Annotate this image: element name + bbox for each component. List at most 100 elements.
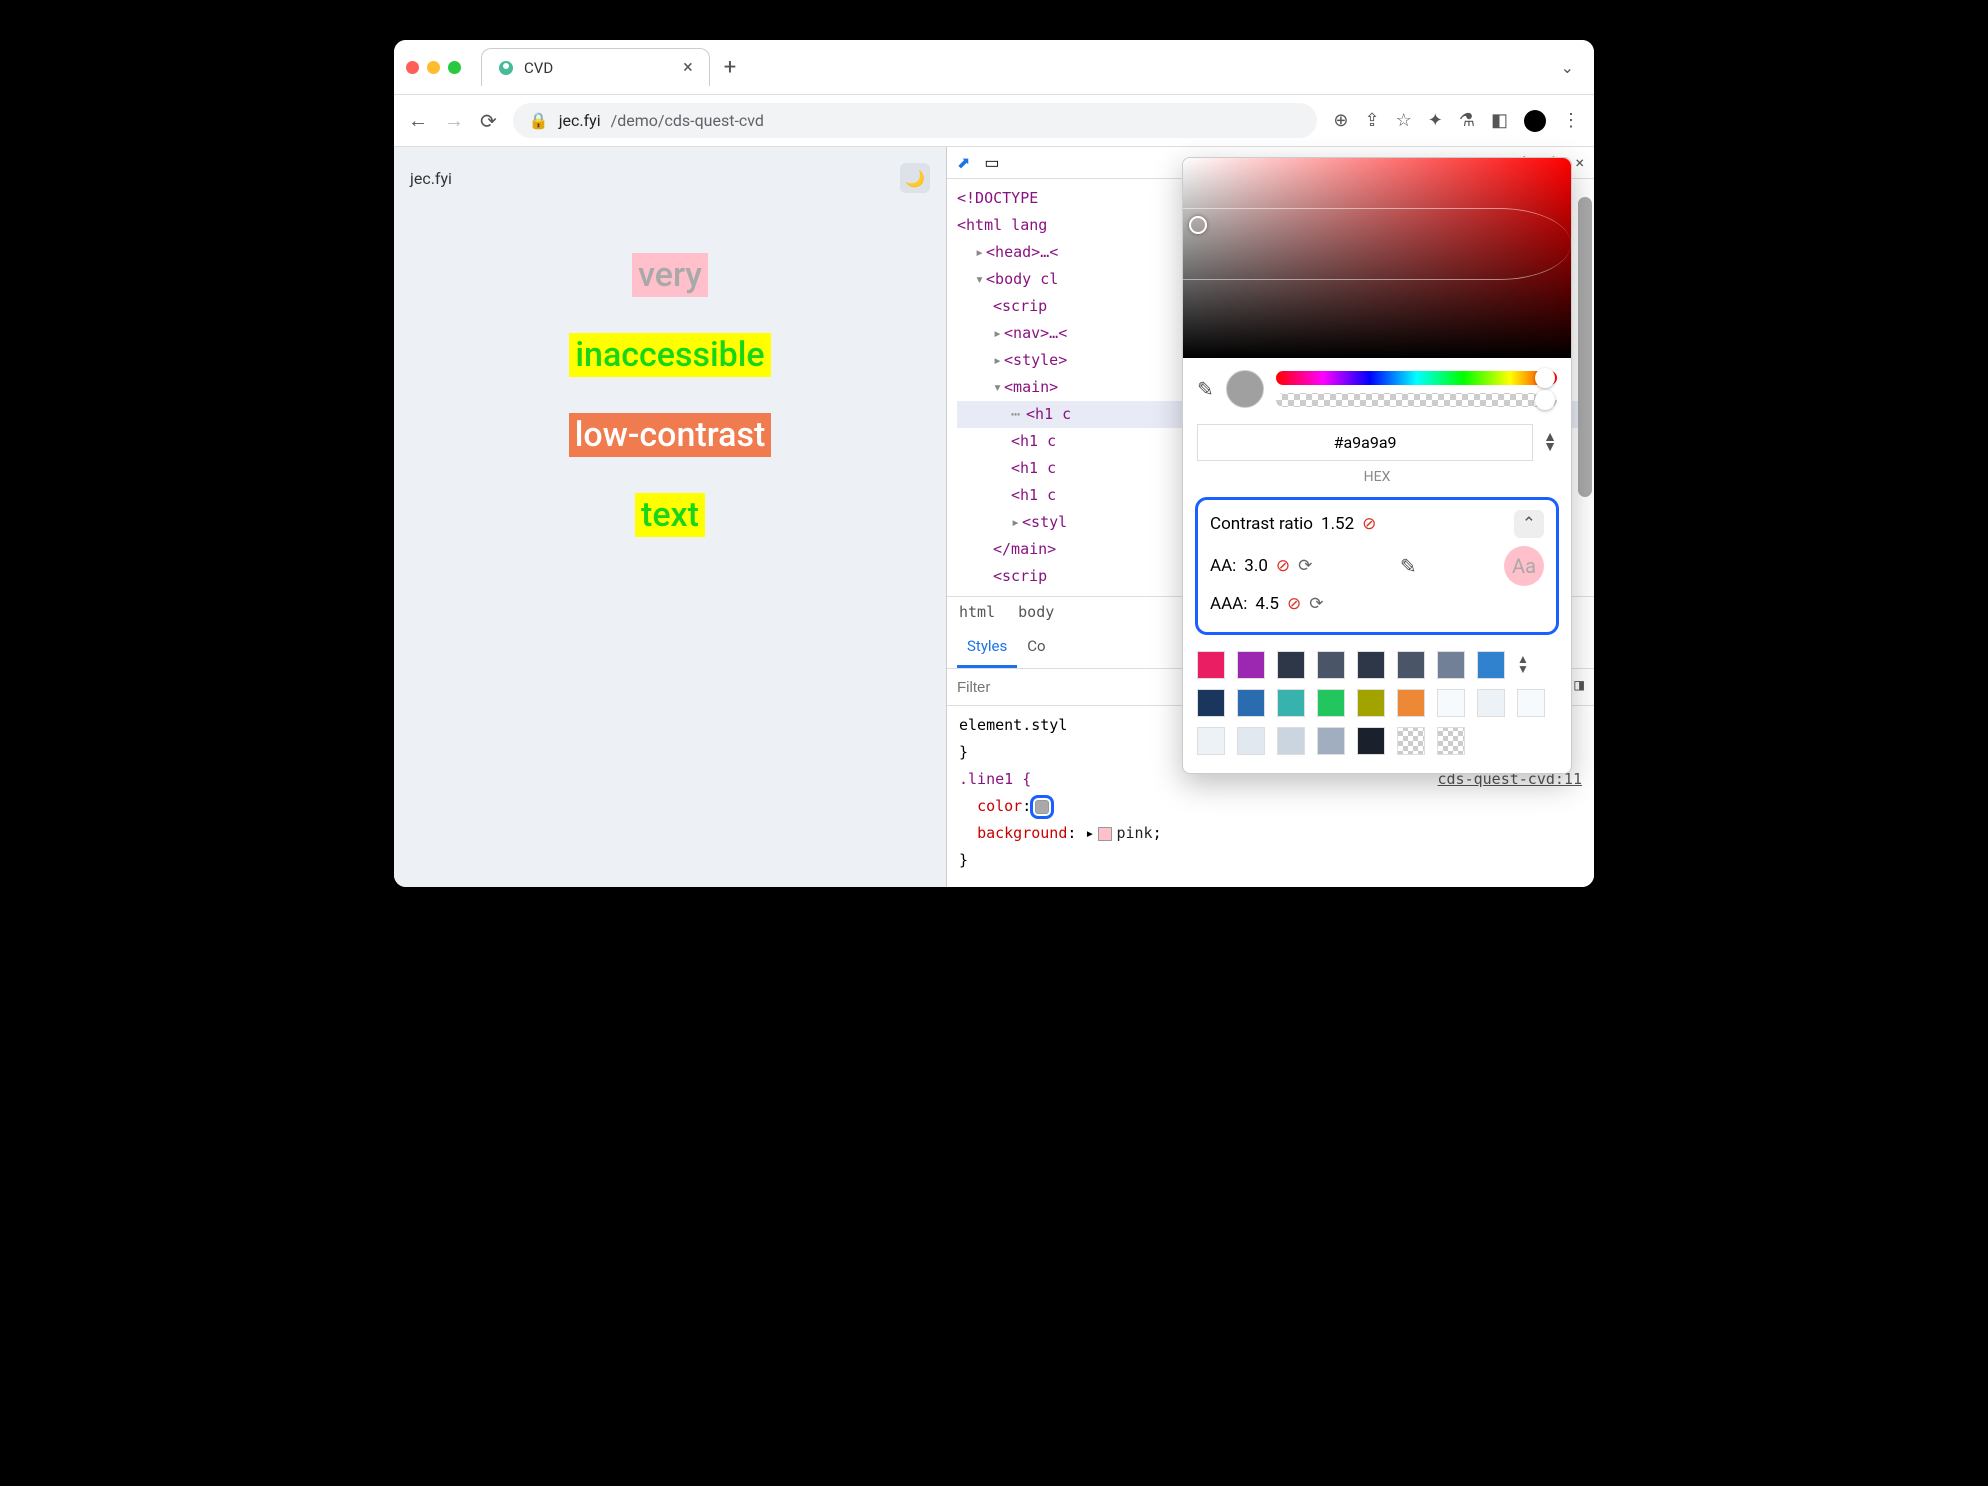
palette-swatch[interactable] xyxy=(1277,651,1305,679)
palette-swatch[interactable] xyxy=(1197,689,1225,717)
bg-swatch[interactable] xyxy=(1098,827,1112,841)
collapse-contrast-icon[interactable]: ⌃ xyxy=(1514,510,1544,538)
fix-aa-icon[interactable]: ⟳ xyxy=(1298,556,1312,576)
palette-swatch[interactable] xyxy=(1437,651,1465,679)
url-host: jec.fyi xyxy=(559,111,601,130)
prop-background[interactable]: background xyxy=(977,824,1067,842)
spectrum-handle[interactable] xyxy=(1189,216,1207,234)
dark-mode-toggle[interactable]: 🌙 xyxy=(900,163,930,193)
sidepanel-icon[interactable]: ◧ xyxy=(1491,110,1508,131)
palette-swatch[interactable] xyxy=(1277,727,1305,755)
profile-avatar[interactable] xyxy=(1524,110,1546,132)
back-button[interactable]: ← xyxy=(408,108,428,133)
fail-icon: ⊘ xyxy=(1287,594,1301,614)
h1-node[interactable]: <h1 c xyxy=(1011,432,1056,450)
h1-node-selected[interactable]: <h1 c xyxy=(1026,405,1071,423)
palette-page-stepper[interactable]: ▲▼ xyxy=(1517,651,1533,679)
close-window[interactable] xyxy=(406,61,419,74)
crumb-body[interactable]: body xyxy=(1018,603,1054,621)
hex-label: HEX xyxy=(1183,465,1571,489)
lock-icon: 🔒 xyxy=(529,111,549,130)
eyedropper-icon[interactable]: ✎ xyxy=(1197,377,1214,401)
reload-button[interactable]: ⟳ xyxy=(480,109,497,133)
palette-swatch[interactable] xyxy=(1397,651,1425,679)
fix-aaa-icon[interactable]: ⟳ xyxy=(1309,594,1323,614)
current-color-preview xyxy=(1226,370,1264,408)
zoom-icon[interactable]: ⊕ xyxy=(1333,110,1348,131)
rendered-page: jec.fyi 🌙 very inaccessible low-contrast… xyxy=(394,147,946,887)
close-devtools-icon[interactable]: × xyxy=(1575,153,1584,172)
palette-swatch[interactable] xyxy=(1437,689,1465,717)
palette-swatch[interactable] xyxy=(1517,689,1545,717)
hue-handle[interactable] xyxy=(1535,368,1555,388)
favicon-icon xyxy=(498,60,514,76)
format-stepper[interactable]: ▲▼ xyxy=(1543,433,1557,453)
browser-window: CVD × + ⌄ ← → ⟳ 🔒 jec.fyi/demo/cds-quest… xyxy=(394,40,1594,887)
palette-swatch[interactable] xyxy=(1477,689,1505,717)
url-field[interactable]: 🔒 jec.fyi/demo/cds-quest-cvd xyxy=(513,103,1318,138)
tabs-dropdown-icon[interactable]: ⌄ xyxy=(1561,58,1574,77)
device-toggle-icon[interactable]: ▭ xyxy=(984,153,999,172)
labs-icon[interactable]: ⚗ xyxy=(1459,110,1475,131)
h1-node[interactable]: <h1 c xyxy=(1011,459,1056,477)
palette-swatch[interactable] xyxy=(1237,727,1265,755)
color-swatch[interactable] xyxy=(1035,800,1049,814)
palette-swatch[interactable] xyxy=(1317,689,1345,717)
scrollbar[interactable] xyxy=(1578,197,1592,497)
close-tab-icon[interactable]: × xyxy=(683,57,693,78)
hex-input[interactable] xyxy=(1197,424,1533,461)
palette-swatch[interactable] xyxy=(1197,651,1225,679)
aaa-label: AAA: xyxy=(1210,594,1247,614)
fail-icon: ⊘ xyxy=(1276,556,1290,576)
sidebar-toggle-icon[interactable]: ◨ xyxy=(1574,675,1584,699)
maximize-window[interactable] xyxy=(448,61,461,74)
extensions-icon[interactable]: ✦ xyxy=(1428,110,1443,131)
head-node[interactable]: <head>…< xyxy=(986,243,1058,261)
tab-computed[interactable]: Co xyxy=(1017,627,1055,668)
alpha-handle[interactable] xyxy=(1535,390,1555,410)
body-node[interactable]: <body cl xyxy=(986,270,1058,288)
new-tab-button[interactable]: + xyxy=(724,55,736,80)
palette-swatch[interactable] xyxy=(1397,727,1425,755)
style-node[interactable]: <style> xyxy=(1004,351,1067,369)
doctype: <!DOCTYPE xyxy=(957,189,1038,207)
share-icon[interactable]: ⇪ xyxy=(1365,110,1380,131)
palette-swatch[interactable] xyxy=(1437,727,1465,755)
main-node[interactable]: <main> xyxy=(1004,378,1058,396)
inspect-icon[interactable]: ⬈ xyxy=(957,153,970,172)
main-close: </main> xyxy=(993,540,1056,558)
h1-node[interactable]: <h1 c xyxy=(1011,486,1056,504)
menu-icon[interactable]: ⋮ xyxy=(1562,110,1580,131)
sample-text-list: very inaccessible low-contrast text xyxy=(410,253,930,537)
script-node[interactable]: <scrip xyxy=(993,567,1047,585)
forward-button[interactable]: → xyxy=(444,108,464,133)
nav-node[interactable]: <nav>…< xyxy=(1004,324,1067,342)
tab-styles[interactable]: Styles xyxy=(957,627,1017,668)
style-node[interactable]: <styl xyxy=(1022,513,1067,531)
browser-tab[interactable]: CVD × xyxy=(481,48,710,86)
palette-swatch[interactable] xyxy=(1357,651,1385,679)
window-controls xyxy=(406,61,461,74)
crumb-html[interactable]: html xyxy=(959,603,995,621)
minimize-window[interactable] xyxy=(427,61,440,74)
color-spectrum[interactable] xyxy=(1183,158,1571,358)
palette-swatch[interactable] xyxy=(1357,689,1385,717)
script-node[interactable]: <scrip xyxy=(993,297,1047,315)
hue-slider[interactable] xyxy=(1276,371,1557,385)
prop-color[interactable]: color xyxy=(977,797,1022,815)
palette-swatch[interactable] xyxy=(1317,651,1345,679)
palette-swatch[interactable] xyxy=(1197,727,1225,755)
contrast-eyedropper-icon[interactable]: ✎ xyxy=(1400,554,1417,578)
palette-swatch[interactable] xyxy=(1317,727,1345,755)
palette-swatch[interactable] xyxy=(1397,689,1425,717)
palette-swatch[interactable] xyxy=(1237,689,1265,717)
alpha-slider[interactable] xyxy=(1276,393,1557,407)
palette-swatch[interactable] xyxy=(1357,727,1385,755)
contrast-label: Contrast ratio xyxy=(1210,514,1313,534)
palette-swatch[interactable] xyxy=(1277,689,1305,717)
palette-swatch[interactable] xyxy=(1237,651,1265,679)
rule-selector: .line1 { xyxy=(959,770,1031,788)
palette-swatch[interactable] xyxy=(1477,651,1505,679)
star-icon[interactable]: ☆ xyxy=(1396,110,1412,131)
val-bg: pink xyxy=(1116,824,1152,842)
